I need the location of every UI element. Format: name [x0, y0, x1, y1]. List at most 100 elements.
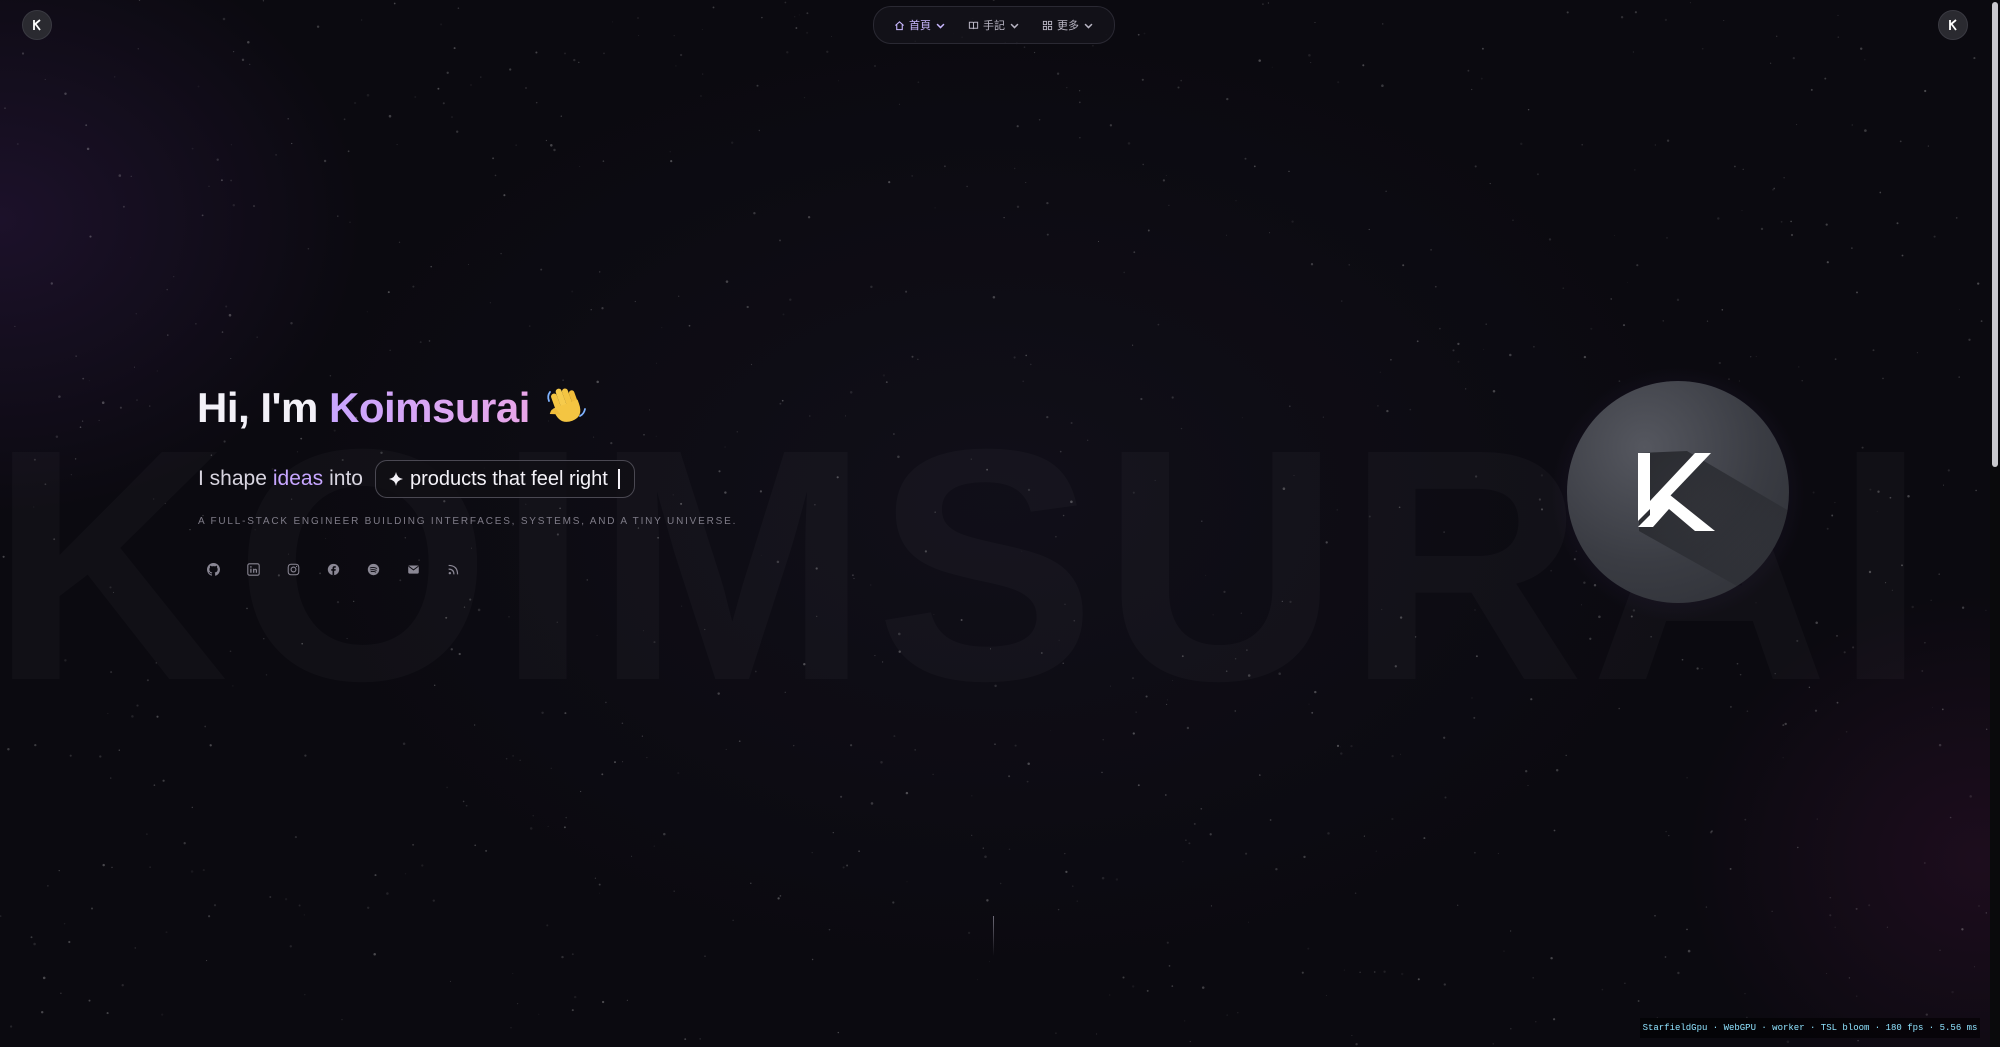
nav-item-more[interactable]: 更多 [1042, 17, 1094, 33]
star-dot [1741, 210, 1743, 212]
star-dot [806, 31, 809, 34]
star-dot [1262, 3, 1264, 5]
star-dot [725, 748, 727, 750]
chevron-down-icon [1084, 23, 1093, 29]
star-dot [44, 78, 46, 80]
star-dot [540, 268, 543, 271]
star-dot [1076, 900, 1079, 902]
star-dot [579, 166, 581, 167]
star-dot [195, 323, 197, 325]
star-dot [622, 761, 624, 763]
star-dot [1101, 771, 1103, 774]
facebook-icon [327, 563, 339, 575]
star-dot [1626, 281, 1628, 283]
star-dot [1185, 839, 1187, 842]
star-dot [118, 749, 121, 751]
star-dot [750, 882, 752, 885]
logo-k-icon [1638, 451, 1789, 603]
star-dot [798, 14, 800, 16]
star-dot [1162, 179, 1166, 182]
rss-link[interactable] [443, 558, 463, 580]
star-dot [678, 295, 680, 297]
star-dot [1927, 145, 1929, 147]
star-dot [1391, 754, 1394, 758]
star-dot [1938, 743, 1942, 747]
star-dot [1848, 977, 1851, 979]
star-dot [782, 313, 785, 316]
star-dot [1555, 768, 1559, 772]
star-dot [1721, 309, 1724, 311]
star-dot [1686, 776, 1688, 779]
star-dot [906, 881, 908, 883]
star-dot [603, 52, 605, 55]
star-dot [599, 892, 601, 894]
star-dot [1947, 469, 1950, 472]
github-link[interactable] [203, 558, 223, 580]
star-dot [68, 940, 71, 944]
star-dot [58, 869, 60, 872]
linkedin-link[interactable] [243, 558, 263, 580]
star-dot [840, 795, 843, 798]
typewriter-pill: products that feel right [374, 460, 635, 498]
star-dot [1259, 774, 1261, 776]
star-dot [440, 23, 443, 26]
star-dot [505, 757, 508, 760]
star-dot [366, 311, 368, 313]
star-dot [1115, 878, 1119, 881]
instagram-icon [287, 563, 299, 575]
vertical-scrollbar[interactable] [1990, 0, 2000, 1047]
star-dot [134, 947, 136, 949]
star-dot [367, 906, 370, 909]
star-dot [138, 0, 141, 1]
instagram-link[interactable] [283, 558, 303, 580]
star-dot [1824, 77, 1827, 80]
user-avatar-button[interactable] [1938, 10, 1968, 40]
nav-item-notes[interactable]: 手記 [968, 17, 1020, 33]
star-dot [1101, 876, 1105, 880]
facebook-link[interactable] [323, 558, 343, 580]
star-dot [1782, 757, 1784, 759]
star-dot [1769, 62, 1772, 64]
star-dot [1046, 233, 1049, 236]
star-dot [1237, 1012, 1239, 1014]
star-dot [701, 29, 703, 31]
star-dot [1548, 238, 1552, 241]
star-dot [470, 84, 472, 86]
star-dot [753, 211, 756, 215]
star-dot [1029, 363, 1032, 366]
star-dot [1969, 795, 1972, 798]
star-dot [1310, 62, 1312, 64]
star-dot [1066, 86, 1068, 89]
star-dot [1677, 971, 1680, 975]
star-dot [307, 247, 310, 250]
star-dot [167, 334, 169, 336]
star-dot [1166, 941, 1169, 944]
star-dot [290, 322, 293, 325]
star-dot [1792, 56, 1795, 60]
star-dot [156, 370, 159, 372]
site-logo-button[interactable] [22, 10, 52, 40]
star-dot [1509, 353, 1512, 357]
star-dot [779, 895, 782, 897]
star-dot [1400, 972, 1404, 976]
nav-item-home[interactable]: 首頁 [894, 17, 946, 33]
star-dot [684, 1038, 687, 1041]
scrollbar-thumb[interactable] [1992, 2, 1998, 467]
star-dot [88, 999, 91, 1002]
star-dot [1209, 833, 1212, 836]
email-link[interactable] [403, 558, 423, 580]
star-dot [228, 313, 232, 317]
star-dot [1390, 358, 1392, 361]
star-dot [1184, 1020, 1186, 1022]
star-dot [943, 165, 946, 168]
star-dot [467, 264, 469, 265]
star-dot [69, 754, 72, 757]
star-dot [1550, 956, 1553, 960]
spotify-link[interactable] [363, 558, 383, 580]
star-dot [673, 34, 675, 37]
star-dot [1177, 86, 1180, 89]
star-dot [1467, 69, 1470, 72]
star-dot [1968, 338, 1971, 341]
star-dot [1340, 752, 1343, 755]
star-dot [247, 41, 250, 44]
